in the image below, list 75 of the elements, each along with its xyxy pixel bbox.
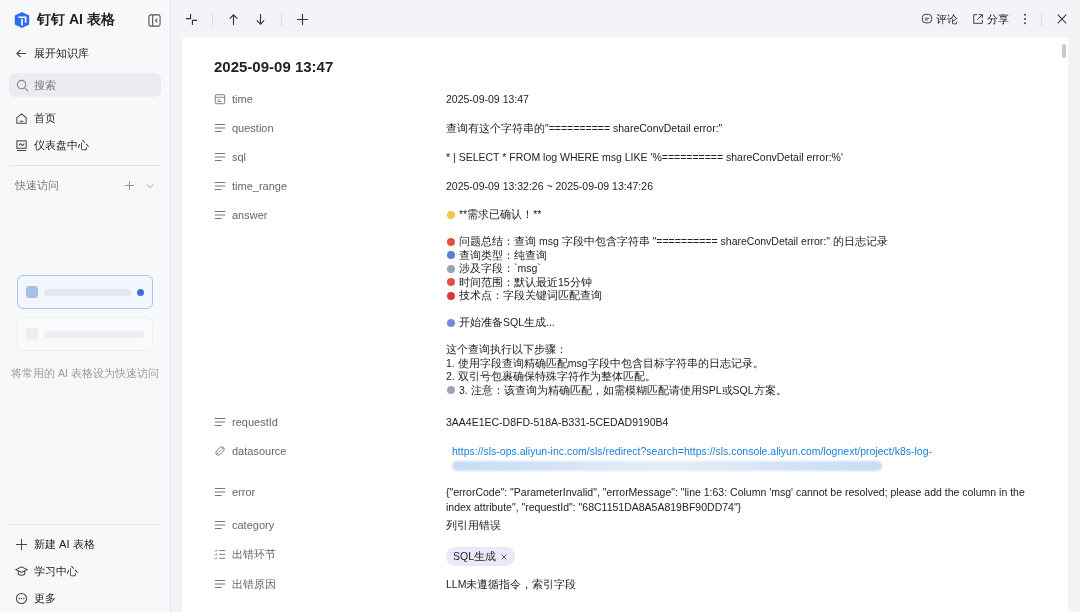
- field-label: 出错环节: [232, 546, 276, 562]
- graduation-cap-icon: [15, 565, 28, 578]
- empty-hint: 将常用的 AI 表格设为快速访问: [10, 367, 160, 381]
- footer-item[interactable]: 学习中心: [9, 558, 161, 585]
- nav-item[interactable]: 仪表盘中心: [9, 132, 161, 159]
- plus-icon: [15, 538, 28, 551]
- footer-item[interactable]: 新建 AI 表格: [9, 531, 161, 558]
- back-link[interactable]: 展开知识库: [9, 40, 161, 67]
- field-label: requestId: [232, 416, 278, 428]
- plus-icon[interactable]: [296, 12, 309, 26]
- field-label: time: [232, 93, 253, 105]
- answer-line: 涉及字段：`msg`: [459, 262, 541, 276]
- field-value: LLM未遵循指令，索引字段: [446, 578, 577, 590]
- search-field[interactable]: 搜索: [9, 73, 161, 97]
- more-icon: [15, 592, 28, 605]
- calendar-icon: [214, 93, 226, 105]
- text-field-icon: [214, 122, 226, 134]
- monitor-icon: [15, 139, 28, 152]
- collapse-icon[interactable]: [185, 12, 198, 26]
- remove-icon[interactable]: [500, 552, 508, 561]
- arrow-left-icon: [15, 47, 28, 60]
- arrow-down-icon[interactable]: [254, 12, 267, 26]
- field-value: 查询有这个字符串的"========== shareConvDetail error:": [446, 122, 723, 134]
- text-field-icon: [214, 180, 226, 192]
- field-value: 2025-09-09 13:32:26 ~ 2025-09-09 13:47:26: [446, 180, 653, 192]
- text-field-icon: [214, 209, 226, 221]
- link-icon: [214, 445, 226, 457]
- text-field-icon: [214, 578, 226, 590]
- answer-line: 时间范围：默认最近15分钟: [459, 275, 592, 289]
- share-button[interactable]: 分享: [972, 11, 1009, 27]
- field-value: 2025-09-09 13:47: [446, 93, 529, 105]
- field-value: {"errorCode": "ParameterInvalid", "errorMessage": "line 1:63: Column 'msg' cannot be resolved; please add the column in the index attribute", "requestId": "68C1151DA8A5A819BF90DD74"}: [446, 486, 1025, 513]
- scrollbar[interactable]: [1062, 44, 1066, 58]
- cube-logo-icon: [13, 11, 31, 29]
- answer-line: 这个查询执行以下步骤：: [446, 343, 567, 357]
- answer-line: 1. 使用字段查询精确匹配msg字段中包含目标字符串的日志记录。: [446, 356, 764, 370]
- datasource-link[interactable]: https://sls-ops.aliyun-inc.com/sls/redirect?search=https://sls.console.aliyun.com/lognext/project/k8s-log-: [452, 445, 932, 457]
- record-title: 2025-09-09 13:47: [214, 58, 335, 75]
- comment-icon: [921, 13, 933, 25]
- answer-line: **需求已确认！**: [459, 208, 542, 222]
- more-icon[interactable]: [1023, 13, 1027, 25]
- comment-button[interactable]: 评论: [921, 11, 958, 27]
- footer-item[interactable]: 更多: [9, 585, 161, 612]
- app-name: 钉钉 AI 表格: [37, 11, 116, 29]
- answer-line: 查询类型：纯查询: [459, 248, 547, 262]
- field-label: sql: [232, 151, 247, 163]
- field-value: * | SELECT * FROM log WHERE msg LIKE '%========== shareConvDetail error:%': [446, 151, 843, 163]
- home-icon: [15, 112, 28, 125]
- field-label: category: [232, 519, 275, 531]
- arrow-up-icon[interactable]: [227, 12, 240, 26]
- section-title: 快速访问: [15, 178, 60, 193]
- sidebar-toggle-icon[interactable]: [148, 13, 161, 27]
- answer-line: 问题总结：查询 msg 字段中包含字符串 "========== shareConvDetail error:" 的日志记录: [459, 235, 888, 249]
- search-icon: [16, 79, 29, 92]
- option-tag: SQL生成: [446, 547, 515, 566]
- answer-line: 2. 双引号包裹确保特殊字符作为整体匹配。: [446, 370, 656, 384]
- field-label: 出错原因: [232, 576, 276, 592]
- text-field-icon: [214, 486, 226, 498]
- text-field-icon: [214, 151, 226, 163]
- field-value: 3AA4E1EC-D8FD-518A-B331-5CEDAD9190B4: [446, 416, 669, 428]
- close-icon[interactable]: [1056, 13, 1068, 25]
- nav-item[interactable]: 首页: [9, 105, 161, 132]
- field-label: datasource: [232, 445, 287, 457]
- text-field-icon: [214, 416, 226, 428]
- answer-line: 技术点：字段关键词匹配查询: [459, 289, 602, 303]
- field-label: answer: [232, 209, 268, 221]
- text-field-icon: [214, 519, 226, 531]
- field-label: time_range: [232, 180, 288, 192]
- share-icon: [972, 13, 984, 25]
- answer-line: 开始准备SQL生成...: [459, 316, 555, 330]
- answer-line: 3. 注意：该查询为精确匹配，如需模糊匹配请使用SPL或SQL方案。: [459, 383, 787, 397]
- field-label: error: [232, 486, 256, 498]
- field-label: question: [232, 122, 274, 134]
- checklist-icon: [214, 548, 226, 560]
- field-value: 列引用错误: [446, 519, 501, 531]
